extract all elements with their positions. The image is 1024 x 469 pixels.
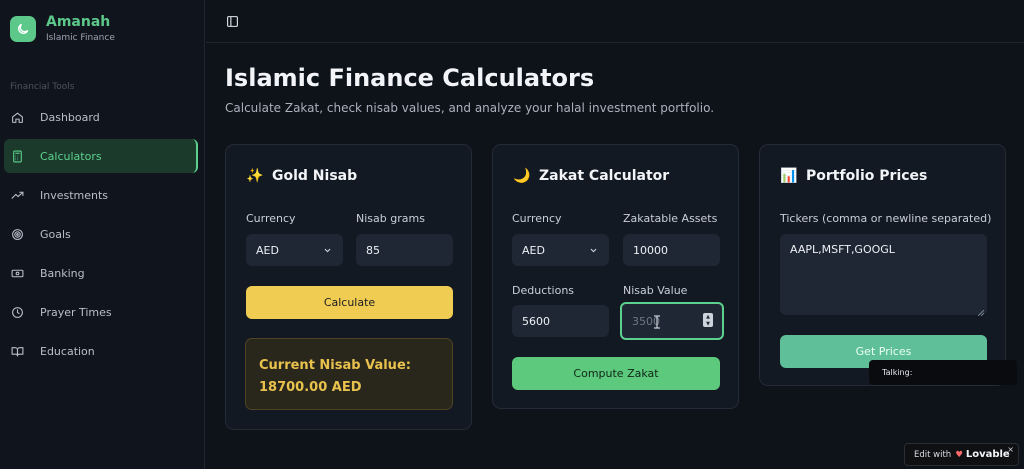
sidebar-item-dashboard[interactable]: Dashboard: [4, 100, 198, 134]
bar-chart-icon: 📊: [780, 168, 798, 184]
brand[interactable]: Amanah Islamic Finance: [10, 13, 115, 45]
sidebar-item-calculators[interactable]: Calculators: [4, 139, 198, 173]
stepper-up-icon[interactable]: ▲: [706, 314, 710, 320]
portfolio-prices-card: 📊 Portfolio Prices Tickers (comma or new…: [759, 144, 1006, 386]
banknote-icon: [10, 266, 24, 280]
stepper-down-icon[interactable]: ▼: [706, 321, 710, 327]
sparkles-icon: ✨: [246, 168, 264, 184]
top-bar: [206, 0, 1024, 43]
compute-zakat-button[interactable]: Compute Zakat: [512, 357, 720, 390]
talking-tooltip: Talking:: [869, 360, 1017, 385]
page-subtitle: Calculate Zakat, check nisab values, and…: [225, 101, 715, 115]
card-title: ✨ Gold Nisab: [246, 168, 357, 184]
page-title: Islamic Finance Calculators: [225, 64, 595, 92]
sidebar-toggle-icon[interactable]: [224, 13, 240, 29]
card-title: 🌙 Zakat Calculator: [513, 168, 669, 184]
brand-subtitle: Islamic Finance: [46, 33, 115, 43]
sidebar-item-label: Education: [40, 344, 95, 358]
tickers-label: Tickers (comma or newline separated): [780, 212, 992, 225]
tickers-value: AAPL,MSFT,GOOGL: [790, 243, 895, 256]
zakatable-assets-input[interactable]: 10000: [623, 234, 720, 266]
calculate-button[interactable]: Calculate: [246, 286, 453, 319]
deductions-label: Deductions: [512, 284, 575, 297]
zakatable-assets-label: Zakatable Assets: [623, 212, 718, 225]
close-icon[interactable]: ×: [1007, 445, 1014, 454]
card-title: 📊 Portfolio Prices: [780, 168, 927, 184]
calculator-icon: [10, 149, 24, 163]
sidebar-item-banking[interactable]: Banking: [4, 256, 198, 290]
chevron-down-icon: [589, 245, 598, 258]
sidebar-item-label: Banking: [40, 266, 85, 280]
deductions-input[interactable]: 5600: [512, 305, 609, 337]
trend-up-icon: [10, 188, 24, 202]
sidebar-item-prayer-times[interactable]: Prayer Times: [4, 295, 198, 329]
sidebar-item-label: Dashboard: [40, 110, 100, 124]
sidebar-section-label: Financial Tools: [10, 82, 75, 92]
tickers-textarea[interactable]: AAPL,MSFT,GOOGL: [780, 234, 987, 317]
moon-logo-icon: [10, 16, 36, 42]
sidebar-item-education[interactable]: Education: [4, 334, 198, 368]
edit-with-lovable-badge[interactable]: Edit with ♥ Lovable ×: [904, 443, 1019, 466]
nisab-result-box: Current Nisab Value: 18700.00 AED: [245, 338, 453, 410]
sidebar-item-goals[interactable]: Goals: [4, 217, 198, 251]
sidebar-item-label: Goals: [40, 227, 71, 241]
currency-select-value: AED: [522, 243, 545, 257]
zakatable-assets-value: 10000: [633, 243, 668, 257]
crescent-moon-icon: 🌙: [513, 168, 531, 184]
home-icon: [10, 110, 24, 124]
card-title-text: Portfolio Prices: [806, 168, 928, 184]
target-icon: [10, 227, 24, 241]
nisab-grams-input[interactable]: 85: [356, 234, 453, 266]
zakat-calculator-card: 🌙 Zakat Calculator Currency AED Zakatabl…: [492, 144, 739, 409]
currency-select-value: AED: [256, 243, 279, 257]
nisab-grams-value: 85: [366, 243, 380, 257]
sidebar-nav: Dashboard Calculators Investments Goals …: [4, 100, 198, 373]
gold-nisab-card: ✨ Gold Nisab Currency AED Nisab grams 85…: [225, 144, 472, 430]
brand-name: Amanah: [46, 14, 111, 30]
nisab-grams-label: Nisab grams: [356, 212, 425, 225]
chevron-down-icon: [323, 245, 332, 258]
badge-brand: Lovable: [965, 449, 1010, 460]
nisab-value-label: Nisab Value: [623, 284, 688, 297]
card-title-text: Gold Nisab: [272, 168, 358, 184]
card-title-text: Zakat Calculator: [539, 168, 670, 184]
currency-select[interactable]: AED: [246, 234, 343, 266]
nisab-value-input[interactable]: 3500 ▲ ▼: [620, 302, 724, 340]
lovable-heart-icon: ♥: [955, 449, 963, 460]
currency-label: Currency: [246, 212, 296, 225]
result-value: 18700.00 AED: [259, 380, 362, 395]
clock-icon: [10, 305, 24, 319]
badge-prefix: Edit with: [914, 449, 952, 460]
deductions-value: 5600: [522, 314, 550, 328]
text-cursor-icon: [653, 315, 661, 332]
book-icon: [10, 344, 24, 358]
sidebar-item-investments[interactable]: Investments: [4, 178, 198, 212]
number-stepper[interactable]: ▲ ▼: [703, 313, 713, 327]
sidebar-item-label: Calculators: [40, 149, 102, 163]
resize-grip-icon[interactable]: [977, 306, 985, 317]
sidebar-item-label: Prayer Times: [40, 305, 112, 319]
currency-select[interactable]: AED: [512, 234, 609, 266]
result-label: Current Nisab Value:: [259, 358, 411, 373]
currency-label: Currency: [512, 212, 562, 225]
sidebar-item-label: Investments: [40, 188, 109, 202]
sidebar: Amanah Islamic Finance Financial Tools D…: [0, 0, 205, 469]
